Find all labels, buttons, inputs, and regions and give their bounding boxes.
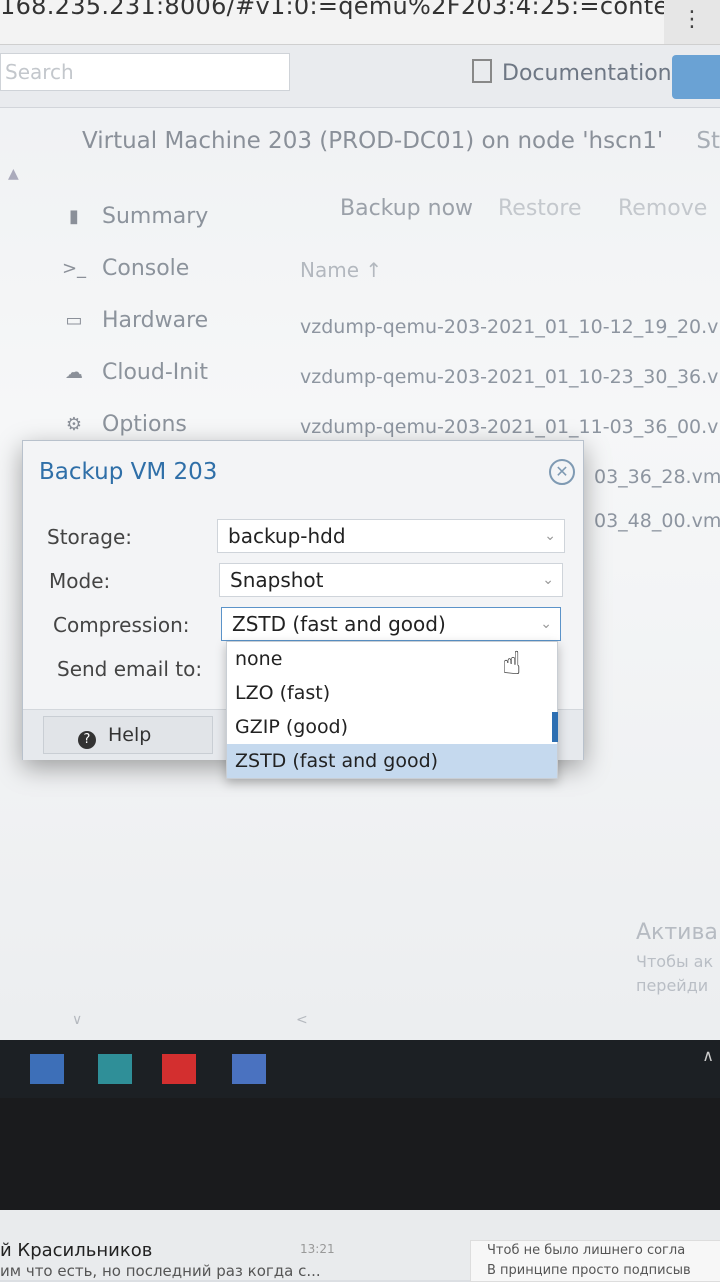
storage-value: backup-hdd <box>228 524 346 548</box>
table-row[interactable]: vzdump-qemu-203-2021_01_11-03_36_00.vm <box>300 416 720 438</box>
watermark-line: Чтобы ак <box>636 952 714 971</box>
sidebar-item-hardware[interactable]: ▭ Hardware <box>60 294 208 346</box>
mode-label: Mode: <box>49 569 111 593</box>
storage-select[interactable]: backup-hdd ⌄ <box>217 519 565 553</box>
option-gzip[interactable]: GZIP (good) <box>227 710 557 744</box>
dialog-title: Backup VM 203 <box>39 459 218 485</box>
option-zstd[interactable]: ZSTD (fast and good) <box>227 744 557 778</box>
monitor-screen: 168.235.231:8006/#v1:0:=qemu%2F203:4:25:… <box>0 0 720 1040</box>
sidebar-item-label: Console <box>102 255 190 281</box>
chat-preview: им что есть, но последний раз когда с... <box>0 1262 321 1280</box>
search-input[interactable]: Search <box>0 53 290 91</box>
table-row[interactable]: 03_48_00.vma <box>594 510 720 532</box>
page-title: Virtual Machine 203 (PROD-DC01) on node … <box>82 128 664 154</box>
remove-button[interactable]: Remove <box>618 196 707 221</box>
sidebar-item-label: Options <box>102 411 187 437</box>
monitor-icon: ▭ <box>65 310 83 331</box>
chat-strip: й Красильников 13:21 им что есть, но пос… <box>0 1210 720 1282</box>
monitor-bezel <box>0 1098 720 1210</box>
browser-menu-button[interactable]: ⋮ <box>664 0 720 44</box>
scroll-down-icon[interactable]: ∨ <box>72 1012 82 1028</box>
cloud-icon: ☁ <box>65 362 83 383</box>
name-column-header[interactable]: Name ↑ <box>300 258 382 282</box>
create-vm-button[interactable] <box>672 55 720 99</box>
table-row[interactable]: vzdump-qemu-203-2021_01_10-12_19_20.vm <box>300 316 720 338</box>
mode-value: Snapshot <box>230 568 324 592</box>
gear-icon: ⚙ <box>65 414 83 435</box>
backup-now-button[interactable]: Backup now <box>340 196 473 221</box>
compression-select[interactable]: ZSTD (fast and good) ⌄ <box>221 607 561 641</box>
table-row[interactable]: 03_36_28.vma <box>594 466 720 488</box>
url-text[interactable]: 168.235.231:8006/#v1:0:=qemu%2F203:4:25:… <box>0 0 720 20</box>
tray-chevron-icon[interactable]: ∧ <box>702 1046 714 1065</box>
chat-card-line: В принципе просто подписыв <box>487 1263 691 1278</box>
compression-value: ZSTD (fast and good) <box>232 612 446 636</box>
sidebar-item-label: Hardware <box>102 307 209 333</box>
chevron-down-icon[interactable]: ⌄ <box>542 564 554 596</box>
remote-desktop-icon[interactable] <box>232 1054 266 1084</box>
remote-app-icon[interactable] <box>162 1054 196 1084</box>
chevron-down-icon[interactable]: ⌄ <box>544 520 556 552</box>
chat-card-line: Чтоб не было лишнего согла <box>487 1243 686 1258</box>
chat-time: 13:21 <box>300 1242 335 1256</box>
scroll-left-icon[interactable]: < <box>296 1012 308 1028</box>
watermark-line: перейди <box>636 976 709 995</box>
email-field-edge <box>552 712 558 742</box>
sidebar-item-label: Cloud-Init <box>102 359 208 385</box>
windows-taskbar: ∧ <box>0 1040 720 1098</box>
document-icon <box>472 59 492 83</box>
sidebar: ▮ Summary >_ Console ▭ Hardware ☁ Cloud-Init… <box>60 190 208 450</box>
terminal-icon: >_ <box>61 258 87 279</box>
table-row[interactable]: vzdump-qemu-203-2021_01_10-23_30_36.vm <box>300 366 720 388</box>
book-icon: ▮ <box>69 206 79 227</box>
server-manager-icon[interactable] <box>98 1054 132 1084</box>
restore-button[interactable]: Restore <box>498 196 581 221</box>
question-icon: ? <box>78 731 96 749</box>
app-header: Search Documentation <box>0 45 720 108</box>
chevron-down-icon[interactable]: ⌄ <box>540 608 552 640</box>
start-button-partial[interactable]: St <box>696 128 720 154</box>
mode-select[interactable]: Snapshot ⌄ <box>219 563 563 597</box>
sidebar-item-console[interactable]: >_ Console <box>60 242 208 294</box>
compression-label: Compression: <box>53 613 190 637</box>
documentation-button[interactable]: Documentation <box>472 59 672 86</box>
email-label: Send email to: <box>57 657 203 681</box>
browser-url-bar[interactable]: 168.235.231:8006/#v1:0:=qemu%2F203:4:25:… <box>0 0 720 45</box>
sidebar-item-cloud-init[interactable]: ☁ Cloud-Init <box>60 346 208 398</box>
activation-watermark-text: Чтобы ак перейди <box>636 950 713 998</box>
collapse-caret-icon[interactable]: ▲ <box>8 166 19 182</box>
network-icon[interactable] <box>30 1054 64 1084</box>
storage-label: Storage: <box>47 525 132 549</box>
close-icon[interactable]: ✕ <box>549 459 575 485</box>
activation-watermark-title: Актива <box>636 920 718 945</box>
chat-message-card[interactable]: Чтоб не было лишнего согла В принципе пр… <box>470 1240 720 1282</box>
hand-cursor-icon: ☝ <box>502 644 522 682</box>
documentation-label: Documentation <box>502 61 672 86</box>
chat-contact-name[interactable]: й Красильников <box>0 1240 152 1261</box>
sidebar-item-summary[interactable]: ▮ Summary <box>60 190 208 242</box>
horizontal-scrollbar[interactable]: ∨ < <box>0 1010 720 1032</box>
help-label: Help <box>108 724 152 746</box>
help-button[interactable]: ? Help <box>43 716 213 754</box>
sidebar-item-label: Summary <box>102 203 209 229</box>
